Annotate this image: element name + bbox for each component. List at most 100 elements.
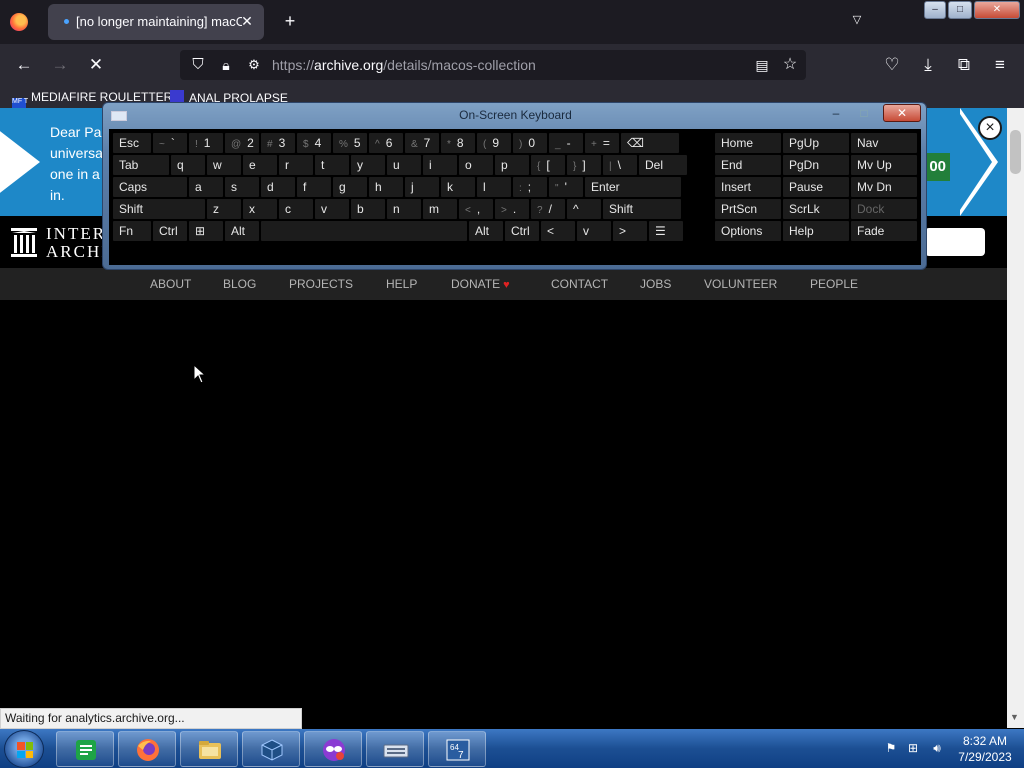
scroll-thumb[interactable] <box>1010 130 1021 174</box>
shield-icon[interactable]: ⛉ <box>188 55 208 75</box>
osk-key-a[interactable]: a <box>189 177 223 197</box>
osk-key-d[interactable]: d <box>261 177 295 197</box>
lock-icon[interactable]: 🔒︎ <box>216 55 236 75</box>
action-center-flag-icon[interactable]: ⚑ <box>884 741 898 755</box>
network-icon[interactable]: ⊞ <box>906 741 920 755</box>
osk-key-p[interactable]: p <box>495 155 529 175</box>
osk-key-scrlk[interactable]: ScrLk <box>783 199 849 219</box>
virtualbox-app-icon[interactable] <box>242 731 300 767</box>
loading-icon[interactable]: ✕ <box>86 55 106 75</box>
osk-key-up-arrow[interactable]: ^ <box>567 199 601 219</box>
osk-key-q[interactable]: q <box>171 155 205 175</box>
nav-contact[interactable]: CONTACT <box>551 277 608 291</box>
osk-key--[interactable]: :; <box>513 177 547 197</box>
volume-icon[interactable]: 🔊︎ <box>930 741 944 755</box>
extensions-icon[interactable]: ⧉ <box>954 55 974 75</box>
osk-key-caps[interactable]: Caps <box>113 177 187 197</box>
osk-key-ctrl[interactable]: Ctrl <box>153 221 187 241</box>
osk-key-r[interactable]: r <box>279 155 313 175</box>
osk-minimize-button[interactable]: – <box>825 105 847 121</box>
clock[interactable]: 8:32 AM 7/29/2023 <box>950 733 1020 765</box>
osk-key-e[interactable]: e <box>243 155 277 175</box>
osk-key-dock[interactable]: Dock <box>851 199 917 219</box>
osk-key-i[interactable]: i <box>423 155 457 175</box>
osk-key--[interactable]: >. <box>495 199 529 219</box>
osk-key-k[interactable]: k <box>441 177 475 197</box>
osk-key--[interactable]: ? / <box>531 199 565 219</box>
nav-donate[interactable]: DONATE ♥ <box>451 277 510 291</box>
osk-key-m[interactable]: m <box>423 199 457 219</box>
reader-icon[interactable]: ▤ <box>752 55 772 75</box>
site-logo-text[interactable]: INTER ARCHI <box>46 225 109 261</box>
osk-key-mv-up[interactable]: Mv Up <box>851 155 917 175</box>
osk-key-down-arrow[interactable]: v <box>577 221 611 241</box>
osk-key-pause[interactable]: Pause <box>783 177 849 197</box>
osk-key-mv-dn[interactable]: Mv Dn <box>851 177 917 197</box>
osk-key-u[interactable]: u <box>387 155 421 175</box>
osk-key-prtscn[interactable]: PrtScn <box>715 199 781 219</box>
archive-logo-icon[interactable] <box>10 226 38 258</box>
osk-key--[interactable]: | \ <box>603 155 637 175</box>
osk-key-enter[interactable]: Enter <box>585 177 681 197</box>
downloads-icon[interactable]: ⤓ <box>918 55 938 75</box>
new-tab-button[interactable]: + <box>280 11 300 31</box>
osk-key-c[interactable]: c <box>279 199 313 219</box>
osk-key-nav[interactable]: Nav <box>851 133 917 153</box>
osk-maximize-button[interactable]: □ <box>853 105 875 121</box>
window-maximize-button[interactable]: □ <box>948 1 972 19</box>
osk-key-help[interactable]: Help <box>783 221 849 241</box>
privacy-app-icon[interactable] <box>304 731 362 767</box>
osk-key-right-arrow[interactable]: > <box>613 221 647 241</box>
osk-key-alt[interactable]: Alt <box>225 221 259 241</box>
tab-list-chevron-icon[interactable]: ▽ <box>848 13 866 31</box>
osk-key-shift[interactable]: Shift <box>603 199 681 219</box>
osk-key-w[interactable]: w <box>207 155 241 175</box>
menu-icon[interactable]: ≡ <box>990 55 1010 75</box>
osk-key-5[interactable]: % 5 <box>333 133 367 153</box>
nav-jobs[interactable]: JOBS <box>640 277 671 291</box>
nav-blog[interactable]: BLOG <box>223 277 256 291</box>
osk-key-j[interactable]: j <box>405 177 439 197</box>
nav-projects[interactable]: PROJECTS <box>289 277 353 291</box>
permissions-icon[interactable]: ⚙ <box>244 55 264 75</box>
osk-key-8[interactable]: * 8 <box>441 133 475 153</box>
osk-key-z[interactable]: z <box>207 199 241 219</box>
osk-key-fn[interactable]: Fn <box>113 221 151 241</box>
page-scrollbar[interactable]: ▼ <box>1007 108 1024 728</box>
scroll-down-arrow-icon[interactable]: ▼ <box>1010 712 1019 722</box>
osk-key-windows[interactable]: ⊞ <box>189 221 223 241</box>
nav-volunteer[interactable]: VOLUNTEER <box>704 277 777 291</box>
site-search-input[interactable] <box>925 228 985 256</box>
osk-key-0[interactable]: ) 0 <box>513 133 547 153</box>
osk-key-f[interactable]: f <box>297 177 331 197</box>
osk-key-b[interactable]: b <box>351 199 385 219</box>
osk-key-esc[interactable]: Esc <box>113 133 151 153</box>
osk-key--[interactable]: _ - <box>549 133 583 153</box>
forward-icon[interactable]: → <box>50 55 70 75</box>
osk-key-alt[interactable]: Alt <box>469 221 503 241</box>
osk-key-pgup[interactable]: PgUp <box>783 133 849 153</box>
osk-key-shift[interactable]: Shift <box>113 199 205 219</box>
window-close-button[interactable]: ✕ <box>974 1 1020 19</box>
on-screen-keyboard-window[interactable]: On-Screen Keyboard – □ ✕ Esc ~ `! 1 @2 #3 $4% 5… <box>102 102 927 270</box>
osk-key--[interactable]: + = <box>585 133 619 153</box>
start-button[interactable] <box>4 730 44 768</box>
url-bar[interactable]: ⛉ 🔒︎ ⚙ https://archive.org/details/macos… <box>180 50 806 80</box>
window-minimize-button[interactable]: – <box>924 1 946 19</box>
osk-key--[interactable]: ~ ` <box>153 133 187 153</box>
tab-close-icon[interactable]: ✕ <box>238 12 256 30</box>
url-text[interactable]: https://archive.org/details/macos-collec… <box>272 57 536 73</box>
bookmark-star-icon[interactable]: ☆ <box>780 55 800 75</box>
osk-key-3[interactable]: #3 <box>261 133 295 153</box>
osk-close-button[interactable]: ✕ <box>883 104 921 122</box>
sheets-app-icon[interactable] <box>56 731 114 767</box>
osk-key-n[interactable]: n <box>387 199 421 219</box>
keyboard-taskbar-icon[interactable] <box>366 731 424 767</box>
nav-people[interactable]: PEOPLE <box>810 277 858 291</box>
explorer-app-icon[interactable] <box>180 731 238 767</box>
osk-key-9[interactable]: (9 <box>477 133 511 153</box>
firefox-app-icon[interactable] <box>118 731 176 767</box>
osk-key-space[interactable] <box>261 221 467 241</box>
osk-key-g[interactable]: g <box>333 177 367 197</box>
osk-key-1[interactable]: ! 1 <box>189 133 223 153</box>
